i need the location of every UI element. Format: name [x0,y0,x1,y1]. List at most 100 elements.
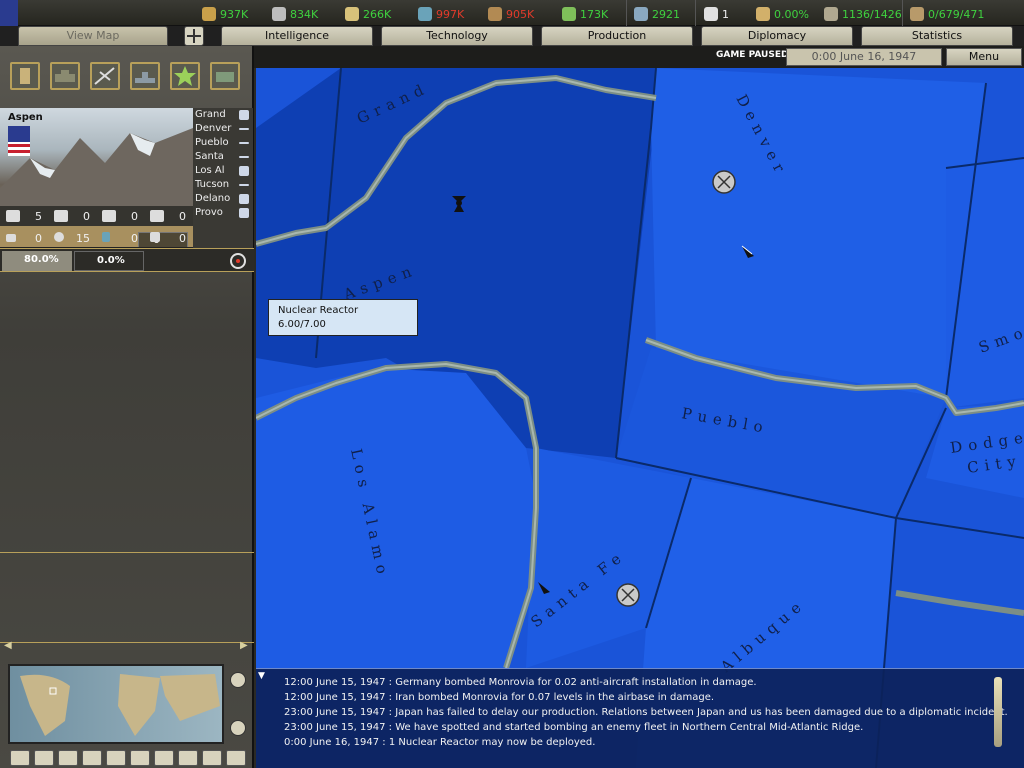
oil-stat: 0 [96,229,144,247]
manpower-icon [634,7,648,21]
energy-stat: 15 [48,229,96,247]
money-resource: 173K [562,4,608,24]
scroll-left-icon[interactable]: ◀ [4,640,12,651]
province-smo[interactable] [946,158,1024,408]
oil-icon [418,7,432,21]
metal-stat: 0 [0,229,48,247]
province-list-item[interactable]: Los Al [193,164,253,178]
factory-icon [6,210,20,222]
menu-button[interactable]: Menu [946,48,1022,66]
province-marker-icon [239,142,249,144]
money-icon [562,7,576,21]
metal-resource: 834K [272,4,318,24]
panel-divider [0,552,254,553]
oil-icon [102,232,110,242]
province-marker-icon [239,128,249,130]
province-name: Aspen [8,112,43,123]
province-owner-flag [8,126,30,156]
province-list-item[interactable]: Delano [193,192,253,206]
metal-icon [272,7,286,21]
tab-technology[interactable]: Technology [381,26,533,46]
explosion-icon [174,66,196,86]
transport-resource: 1136/1426 [824,4,902,24]
manpower-resource: 2921 [634,4,680,24]
map-filter-infra-button[interactable] [106,750,126,766]
map-filter-resource-button[interactable] [130,750,150,766]
province-infra-row: 80.0% 0.0% [0,248,254,272]
land-units-button[interactable] [10,62,40,90]
minimap[interactable] [8,664,224,744]
province-list-item[interactable]: Provo [193,206,253,220]
ship-icon [135,72,155,83]
log-entry: 12:00 June 15, 1947 : Iran bombed Monrov… [284,692,715,703]
province-stats-row: 5 0 0 0 [0,206,193,226]
province-list-item[interactable]: Santa [193,150,253,164]
map-mode-button[interactable] [184,26,204,46]
log-collapse-icon[interactable]: ▼ [258,671,265,681]
tab-statistics[interactable]: Statistics [861,26,1013,46]
supplies-icon [488,7,502,21]
industry-stat: 5 [0,207,48,225]
scroll-right-icon[interactable]: ▶ [240,640,248,651]
map-filter-victory-button[interactable] [226,750,246,766]
airbase-icon[interactable] [712,170,736,194]
supplies-resource: 905K [488,4,534,24]
airbase-icon [102,210,116,222]
zoom-in-button[interactable] [230,672,246,688]
province-list-item[interactable]: Tucson [193,178,253,192]
tab-view-map[interactable]: View Map [18,26,168,46]
dissent-icon [756,7,770,21]
combat-button[interactable] [170,62,200,90]
main-tabs: View Map Intelligence Technology Product… [0,26,1024,46]
map-filter-partisan-button[interactable] [202,750,222,766]
map-filter-weather-button[interactable] [58,750,78,766]
province-denver[interactable] [651,68,986,398]
game-date: 0:00 June 16, 1947 [786,48,942,66]
province-image: Aspen 0 [0,108,193,248]
zoom-out-button[interactable] [230,720,246,736]
air-units-button[interactable] [90,62,120,90]
naval-units-button[interactable] [130,62,160,90]
world-map[interactable]: Grand Denver Pueblo Aspen Los Alamo Sant… [256,68,1024,768]
log-scrollbar[interactable] [994,677,1002,747]
energy-icon [54,232,64,242]
dissent-resource: 0.00% [756,4,809,24]
tab-production[interactable]: Production [541,26,693,46]
game-paused-label: GAME PAUSED [716,50,789,60]
diplomacy-icon [704,7,718,21]
map-filter-theatre-button[interactable] [154,750,174,766]
province-marker-icon [239,194,249,204]
tab-intelligence[interactable]: Intelligence [221,26,373,46]
infrastructure-stat: 80.0% [2,251,72,271]
move-icon [187,29,201,43]
map-filter-terrain-button[interactable] [10,750,30,766]
map-filter-diplomatic-button[interactable] [178,750,198,766]
bar-divider [695,0,696,26]
tank-icon [55,70,75,82]
rare-materials-resource: 266K [345,4,391,24]
province-list-item[interactable]: Pueblo [193,136,253,150]
tab-diplomacy[interactable]: Diplomacy [701,26,853,46]
province-list: Grand Denver Pueblo Santa Los Al Tucson … [193,108,253,248]
province-list-item[interactable]: Denver [193,122,253,136]
event-log: ▼ 12:00 June 15, 1947 : Germany bombed M… [256,668,1024,768]
plane-icon [94,67,115,85]
bar-divider [626,0,627,26]
rare-materials-stat: 0 [144,229,192,247]
map-filter-supply-button[interactable] [82,750,102,766]
map-filter-political-button[interactable] [34,750,54,766]
nukes-icon [910,7,924,21]
log-entry: 23:00 June 15, 1947 : Japan has failed t… [284,707,1008,718]
province-list-item[interactable]: Grand [193,108,253,122]
tooltip-title: Nuclear Reactor [278,305,359,316]
supply-icon [216,72,234,82]
energy-resource: 937K [202,4,248,24]
anti-air-icon [54,210,68,222]
rare-materials-icon [345,7,359,21]
rare-materials-icon [150,232,160,242]
supply-button[interactable] [210,62,240,90]
armor-units-button[interactable] [50,62,80,90]
airbase-icon[interactable] [616,583,640,607]
province-marker-icon [239,184,249,186]
tooltip-value: 6.00/7.00 [278,319,326,330]
